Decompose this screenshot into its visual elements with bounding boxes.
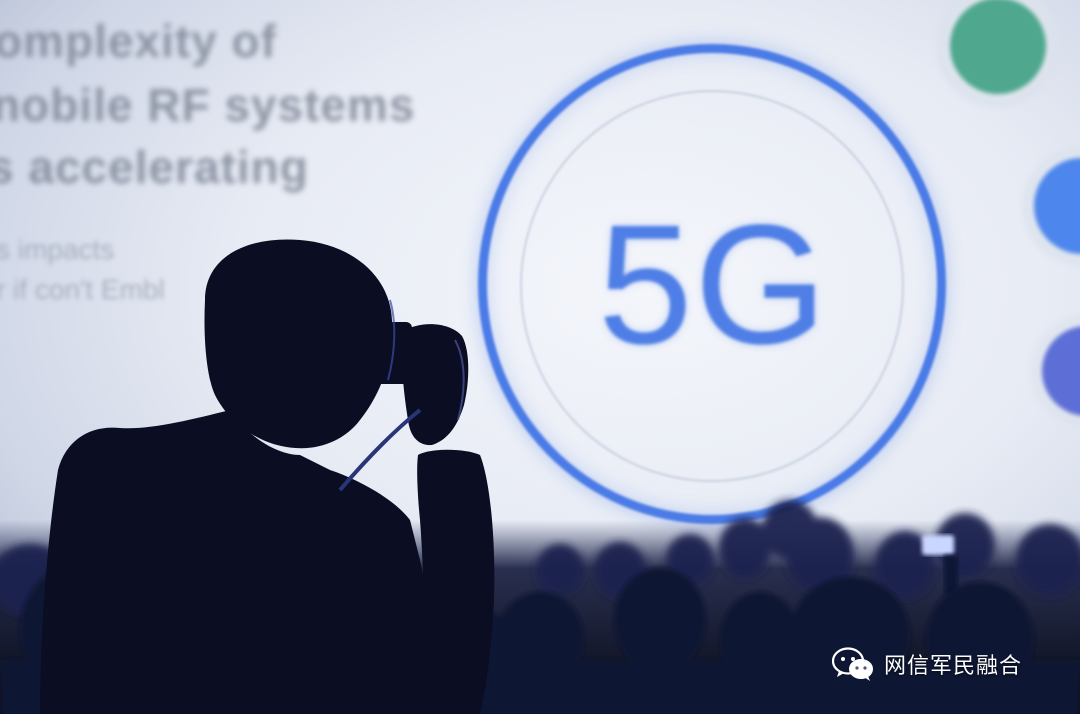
photo-scene: omplexity of nobile RF systems s acceler… (0, 0, 1080, 714)
audience-silhouettes (0, 239, 1080, 714)
watermark-text: 网信军民融合 (884, 654, 1023, 679)
watermark: 网信军民融合 (831, 644, 1023, 684)
wechat-icon (831, 646, 874, 682)
